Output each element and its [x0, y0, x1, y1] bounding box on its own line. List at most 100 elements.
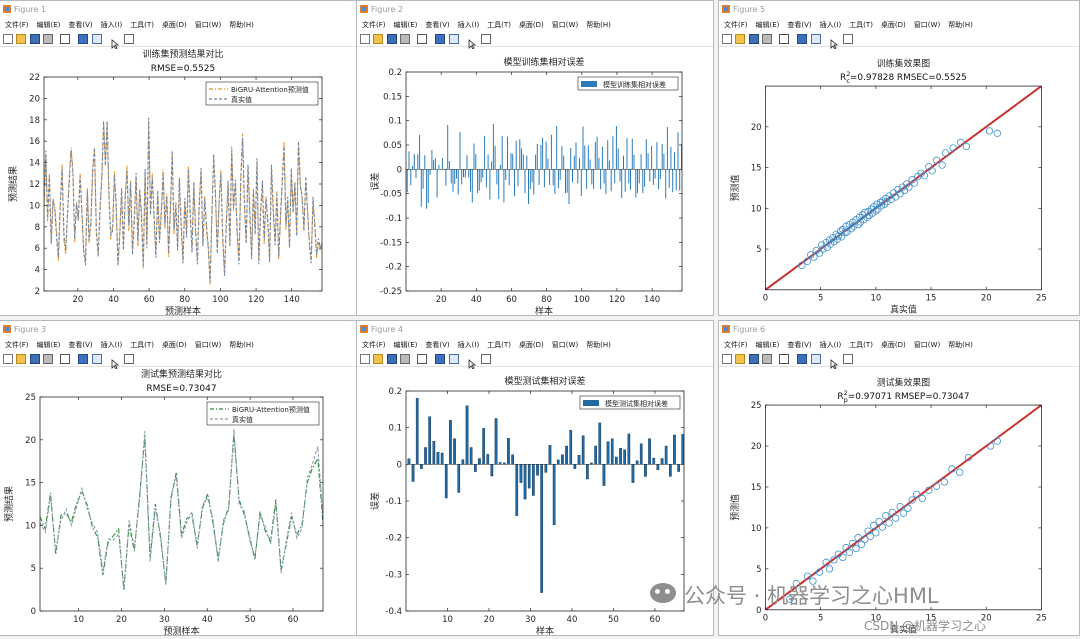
- menu-item[interactable]: 查看(V): [68, 341, 92, 349]
- menu-item[interactable]: 工具(T): [487, 21, 511, 29]
- pointer-icon[interactable]: [110, 34, 120, 50]
- insert-legend-icon[interactable]: [811, 34, 821, 44]
- print-icon[interactable]: [762, 354, 772, 364]
- new-file-icon[interactable]: [722, 354, 732, 364]
- save-icon[interactable]: [387, 354, 397, 364]
- open-folder-icon[interactable]: [16, 354, 26, 364]
- insert-legend-icon[interactable]: [92, 354, 102, 364]
- menu-item[interactable]: 文件(F): [724, 21, 748, 29]
- pointer-icon[interactable]: [829, 34, 839, 50]
- insert-legend-icon[interactable]: [449, 34, 459, 44]
- menu-item[interactable]: 帮助(H): [586, 341, 611, 349]
- save-icon[interactable]: [749, 34, 759, 44]
- insert-legend-icon[interactable]: [92, 34, 102, 44]
- window-titlebar[interactable]: Figure 2: [357, 1, 713, 18]
- menu-item[interactable]: 工具(T): [130, 341, 154, 349]
- menu-item[interactable]: 帮助(H): [948, 341, 973, 349]
- save-icon[interactable]: [30, 34, 40, 44]
- menu-item[interactable]: 插入(I): [458, 21, 480, 29]
- zoom-icon[interactable]: [60, 354, 70, 364]
- menu-item[interactable]: 桌面(D): [519, 21, 544, 29]
- insert-legend-icon[interactable]: [449, 354, 459, 364]
- legend[interactable]: BiGRU-Attention预测值真实值: [205, 81, 319, 106]
- menu-item[interactable]: 插入(I): [458, 341, 480, 349]
- menu-item[interactable]: 帮助(H): [229, 341, 254, 349]
- menu-item[interactable]: 工具(T): [849, 21, 873, 29]
- new-file-icon[interactable]: [360, 34, 370, 44]
- menu-item[interactable]: 查看(V): [425, 341, 449, 349]
- zoom-icon[interactable]: [60, 34, 70, 44]
- menu-item[interactable]: 桌面(D): [162, 21, 187, 29]
- menu-item[interactable]: 帮助(H): [948, 21, 973, 29]
- print-icon[interactable]: [400, 354, 410, 364]
- menu-item[interactable]: 窗口(W): [914, 21, 940, 29]
- print-icon[interactable]: [762, 34, 772, 44]
- zoom-icon[interactable]: [779, 34, 789, 44]
- menu-item[interactable]: 查看(V): [68, 21, 92, 29]
- menu-item[interactable]: 工具(T): [487, 341, 511, 349]
- menu-item[interactable]: 文件(F): [362, 21, 386, 29]
- menu-item[interactable]: 编辑(E): [37, 21, 61, 29]
- colorbar-icon[interactable]: [481, 34, 491, 44]
- menu-item[interactable]: 编辑(E): [394, 21, 418, 29]
- menu-item[interactable]: 工具(T): [130, 21, 154, 29]
- new-file-icon[interactable]: [3, 354, 13, 364]
- menu-item[interactable]: 文件(F): [5, 21, 29, 29]
- menu-item[interactable]: 桌面(D): [881, 21, 906, 29]
- open-folder-icon[interactable]: [735, 34, 745, 44]
- menu-item[interactable]: 查看(V): [787, 21, 811, 29]
- menu-item[interactable]: 查看(V): [425, 21, 449, 29]
- zoom-icon[interactable]: [417, 354, 427, 364]
- print-icon[interactable]: [43, 34, 53, 44]
- menu-item[interactable]: 查看(V): [787, 341, 811, 349]
- link-plot-icon[interactable]: [797, 354, 807, 364]
- menu-item[interactable]: 窗口(W): [552, 341, 578, 349]
- pointer-icon[interactable]: [467, 34, 477, 50]
- menu-item[interactable]: 插入(I): [101, 21, 123, 29]
- new-file-icon[interactable]: [722, 34, 732, 44]
- open-folder-icon[interactable]: [373, 34, 383, 44]
- zoom-icon[interactable]: [779, 354, 789, 364]
- colorbar-icon[interactable]: [843, 34, 853, 44]
- menu-item[interactable]: 插入(I): [820, 21, 842, 29]
- link-plot-icon[interactable]: [435, 354, 445, 364]
- link-plot-icon[interactable]: [78, 34, 88, 44]
- save-icon[interactable]: [749, 354, 759, 364]
- menu-item[interactable]: 桌面(D): [519, 341, 544, 349]
- link-plot-icon[interactable]: [78, 354, 88, 364]
- menu-item[interactable]: 编辑(E): [756, 21, 780, 29]
- plot-area[interactable]: 0 5 10 15 20 25 5 10 15 20 训练集效果图R2 c=0.97828 RMSEC…: [719, 47, 1077, 316]
- plot-area[interactable]: 10 20 30 40 50 60 0 5 10 15 20 25 测试集预测结果对比 RMSE=0.73…: [0, 367, 357, 636]
- colorbar-icon[interactable]: [843, 354, 853, 364]
- menu-item[interactable]: 窗口(W): [195, 341, 221, 349]
- menu-item[interactable]: 窗口(W): [552, 21, 578, 29]
- menu-item[interactable]: 编辑(E): [37, 341, 61, 349]
- menu-item[interactable]: 帮助(H): [229, 21, 254, 29]
- open-folder-icon[interactable]: [16, 34, 26, 44]
- new-file-icon[interactable]: [360, 354, 370, 364]
- open-folder-icon[interactable]: [735, 354, 745, 364]
- pointer-icon[interactable]: [829, 354, 839, 370]
- pointer-icon[interactable]: [110, 354, 120, 370]
- menu-item[interactable]: 桌面(D): [881, 341, 906, 349]
- menu-item[interactable]: 文件(F): [724, 341, 748, 349]
- pointer-icon[interactable]: [467, 354, 477, 370]
- menu-item[interactable]: 插入(I): [101, 341, 123, 349]
- menu-item[interactable]: 窗口(W): [914, 341, 940, 349]
- window-titlebar[interactable]: Figure 1: [0, 1, 356, 18]
- menu-item[interactable]: 文件(F): [5, 341, 29, 349]
- print-icon[interactable]: [43, 354, 53, 364]
- menu-item[interactable]: 文件(F): [362, 341, 386, 349]
- print-icon[interactable]: [400, 34, 410, 44]
- legend[interactable]: 模型测试集相对误差: [579, 395, 681, 410]
- plot-area[interactable]: 20 40 60 80 100 120 140 -0.25 -0.2 -0.15 -0.1 -0.05…: [357, 47, 714, 316]
- window-titlebar[interactable]: Figure 3: [0, 321, 356, 338]
- link-plot-icon[interactable]: [435, 34, 445, 44]
- link-plot-icon[interactable]: [797, 34, 807, 44]
- window-titlebar[interactable]: Figure 6: [719, 321, 1079, 338]
- menu-item[interactable]: 桌面(D): [162, 341, 187, 349]
- menu-item[interactable]: 插入(I): [820, 341, 842, 349]
- plot-area[interactable]: 20 40 60 80 100 120 140 2 4 6 8 10 12 14 16 18 20 22 训练集预测…: [0, 47, 357, 316]
- menu-item[interactable]: 窗口(W): [195, 21, 221, 29]
- save-icon[interactable]: [30, 354, 40, 364]
